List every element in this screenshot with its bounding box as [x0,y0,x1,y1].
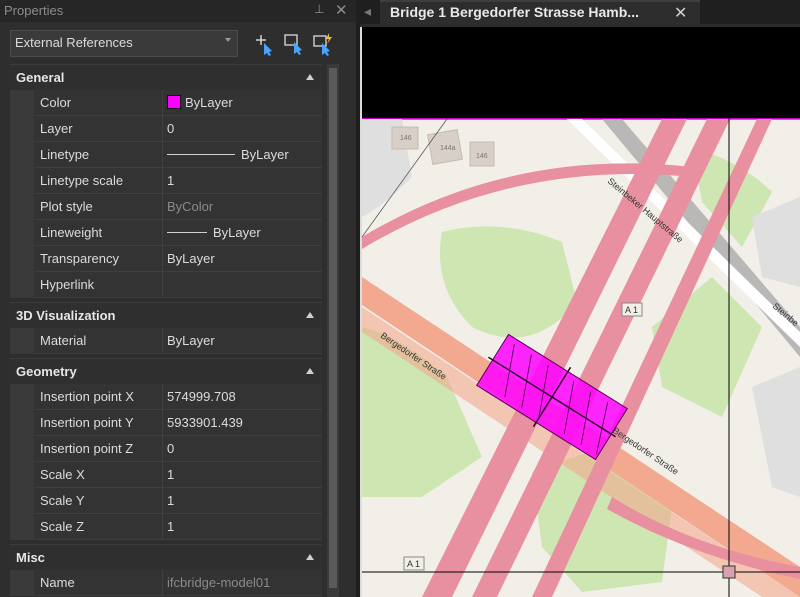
property-label: Insertion point X [34,384,162,410]
panel-titlebar: Properties ⊥ ✕ [0,0,356,22]
property-value[interactable]: 5933901.439 [162,410,322,436]
document-tab[interactable]: Bridge 1 Bergedorfer Strasse Hamb... ✕ [380,0,700,24]
property-label: Scale Y [34,488,162,514]
property-value[interactable]: 1 [162,462,322,488]
map-drawing: Steinbeker Hauptstraße Steinbe Bergedorf… [362,27,800,597]
property-value[interactable]: ByLayer [162,328,322,354]
park-area [652,277,762,417]
property-row-insertion-x[interactable]: Insertion point X 574999.708 [10,384,322,410]
property-label: Insertion point Z [34,436,162,462]
building-block [752,367,800,497]
panel-title: Properties [4,3,64,18]
property-value: ifcbridge-model01 [162,570,322,596]
property-row-color[interactable]: Color ByLayer [10,90,322,116]
property-row-hyperlink[interactable]: Hyperlink [10,272,322,298]
section-title: Geometry [16,364,77,379]
selector-value: External References [15,35,133,50]
house-number: 146 [476,153,488,160]
property-value[interactable]: 1 [162,514,322,540]
property-label: Plot style [34,194,162,220]
property-value: ByColor [162,194,322,220]
section-geometry[interactable]: Geometry [10,358,322,384]
section-title: Misc [16,550,45,565]
property-value[interactable]: 574999.708 [162,384,322,410]
property-row-material[interactable]: Material ByLayer [10,328,322,354]
close-tab-icon[interactable]: ✕ [674,3,687,23]
object-selector-dropdown[interactable]: External References [10,30,238,57]
section-misc[interactable]: Misc [10,544,322,570]
toggle-pickadd-icon [256,35,272,56]
property-row-scale-y[interactable]: Scale Y 1 [10,488,322,514]
property-label: Insertion point Y [34,410,162,436]
property-row-name[interactable]: Name ifcbridge-model01 [10,570,322,596]
chevron-down-icon [225,38,231,42]
collapse-icon[interactable] [306,74,314,80]
house-number: 146 [400,135,412,142]
property-row-linetype[interactable]: Linetype ByLayer [10,142,322,168]
property-grid: General Color ByLayer Layer 0 Linetype B… [10,64,322,597]
viewport-black-band [362,27,800,119]
property-label: Color [34,90,162,116]
tab-scroll-left-icon[interactable]: ◂ [364,3,371,20]
property-row-scale-z[interactable]: Scale Z 1 [10,514,322,540]
property-label: Scale Z [34,514,162,540]
collapse-icon[interactable] [306,554,314,560]
property-row-layer[interactable]: Layer 0 [10,116,322,142]
property-row-lineweight[interactable]: Lineweight ByLayer [10,220,322,246]
section-3d-visualization[interactable]: 3D Visualization [10,302,322,328]
properties-scrollbar[interactable] [327,64,339,597]
collapse-icon[interactable] [306,368,314,374]
property-label: Hyperlink [34,272,162,298]
property-value[interactable]: ByLayer [162,220,322,246]
lineweight-preview [167,232,207,233]
color-swatch [167,95,181,109]
property-value[interactable]: 1 [162,488,322,514]
property-label: Linetype [34,142,162,168]
scrollbar-thumb[interactable] [329,68,337,588]
quick-select-icon [313,33,332,56]
property-label: Material [34,328,162,354]
property-value[interactable]: 1 [162,168,322,194]
property-value[interactable]: ByLayer [162,142,322,168]
select-objects-button[interactable] [281,31,307,57]
property-label: Scale X [34,462,162,488]
properties-panel: Properties ⊥ ✕ External References Gener… [0,0,356,597]
property-row-insertion-y[interactable]: Insertion point Y 5933901.439 [10,410,322,436]
property-label: Layer [34,116,162,142]
property-value[interactable] [162,272,322,298]
close-icon[interactable]: ✕ [335,1,348,19]
quick-select-button[interactable] [310,31,336,57]
property-value[interactable]: ByLayer [162,90,322,116]
property-label: Transparency [34,246,162,272]
section-title: 3D Visualization [16,308,116,323]
property-row-linetype-scale[interactable]: Linetype scale 1 [10,168,322,194]
pin-icon[interactable]: ⊥ [314,2,324,16]
property-row-scale-x[interactable]: Scale X 1 [10,462,322,488]
property-value[interactable]: ByLayer [162,246,322,272]
document-tab-title: Bridge 1 Bergedorfer Strasse Hamb... [390,4,639,20]
house-number: 144a [440,145,456,152]
property-value[interactable]: 0 [162,116,322,142]
section-general[interactable]: General [10,64,322,90]
property-row-plot-style[interactable]: Plot style ByColor [10,194,322,220]
property-row-insertion-z[interactable]: Insertion point Z 0 [10,436,322,462]
collapse-icon[interactable] [306,312,314,318]
document-tabbar: ◂ Bridge 1 Bergedorfer Strasse Hamb... ✕ [360,0,800,24]
drawing-viewport[interactable]: Steinbeker Hauptstraße Steinbe Bergedorf… [360,27,800,597]
motorway-label: A 1 [407,559,420,569]
motorway-label: A 1 [625,305,638,315]
linetype-preview [167,154,235,155]
section-title: General [16,70,65,85]
property-row-transparency[interactable]: Transparency ByLayer [10,246,322,272]
property-label: Name [34,570,162,596]
toggle-pickadd-button[interactable] [252,31,278,57]
park-area [440,226,577,338]
select-objects-icon [284,34,302,55]
cursor-pickbox[interactable] [722,565,736,579]
property-label: Linetype scale [34,168,162,194]
property-label: Lineweight [34,220,162,246]
property-value[interactable]: 0 [162,436,322,462]
